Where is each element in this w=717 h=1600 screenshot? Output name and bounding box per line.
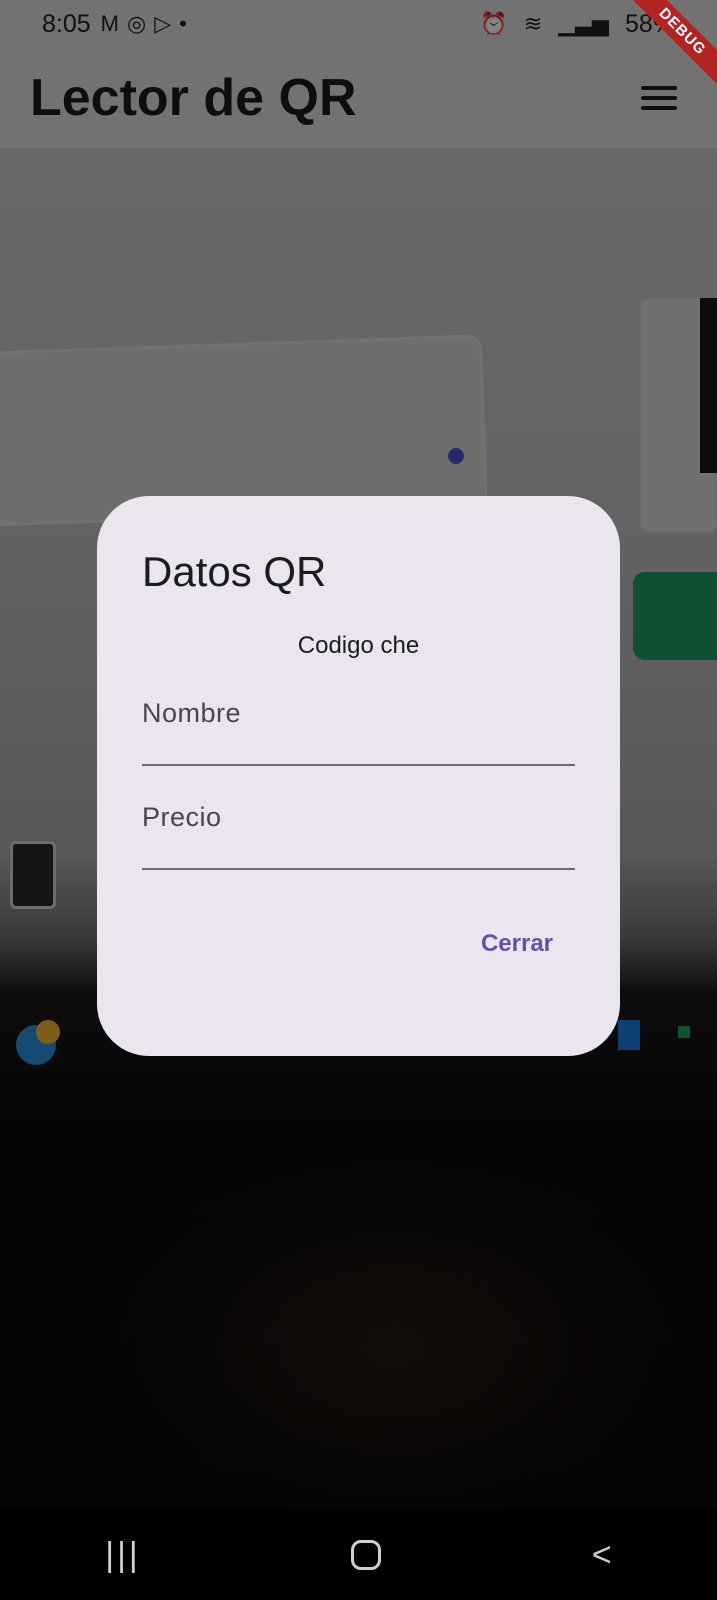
precio-label: Precio (142, 802, 222, 832)
screen: 8:05 M ◎ ▷ • ⏰ ≋ ▁▃▅ 58% Lector de QR DE… (0, 0, 717, 1600)
nav-bar: ||| < (0, 1510, 717, 1600)
close-button[interactable]: Cerrar (481, 930, 553, 958)
dialog-title: Datos QR (142, 548, 327, 595)
qr-data-dialog: Datos QR Codigo che Nombre Precio Cerrar (97, 496, 620, 1056)
back-icon[interactable]: < (592, 1536, 612, 1575)
nombre-label: Nombre (142, 698, 242, 728)
nombre-field[interactable]: Nombre (142, 698, 575, 766)
qr-code-text: Codigo che (297, 632, 420, 659)
recent-apps-icon[interactable]: ||| (105, 1536, 141, 1575)
precio-field[interactable]: Precio (142, 802, 575, 870)
home-icon[interactable] (351, 1540, 382, 1570)
